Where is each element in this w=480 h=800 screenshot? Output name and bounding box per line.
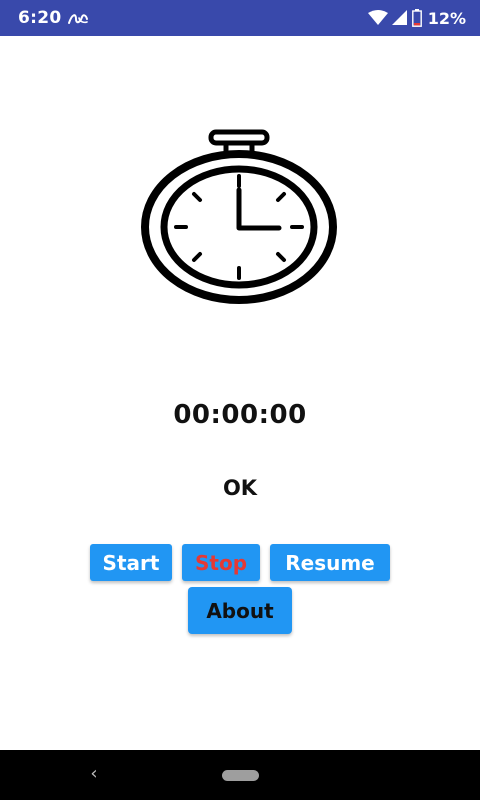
status-bar: 6:20 12%	[0, 0, 480, 36]
home-pill-icon[interactable]	[222, 770, 259, 781]
about-button[interactable]: About	[188, 587, 292, 634]
status-indicators: 12%	[367, 6, 466, 30]
stop-button[interactable]: Stop	[182, 544, 260, 581]
app-notification-icon	[68, 14, 88, 24]
wifi-icon	[367, 10, 388, 25]
battery-icon	[411, 9, 422, 27]
timer-display: 00:00:00	[173, 400, 307, 430]
start-button[interactable]: Start	[90, 544, 172, 581]
navigation-bar: ‹	[0, 750, 480, 800]
status-text: OK	[222, 476, 258, 500]
signal-icon	[391, 10, 407, 25]
battery-percent: 12%	[427, 8, 466, 28]
status-time: 6:20	[18, 8, 62, 28]
back-icon[interactable]: ‹	[84, 762, 104, 786]
stopwatch-icon	[141, 129, 337, 304]
resume-button[interactable]: Resume	[270, 544, 390, 581]
